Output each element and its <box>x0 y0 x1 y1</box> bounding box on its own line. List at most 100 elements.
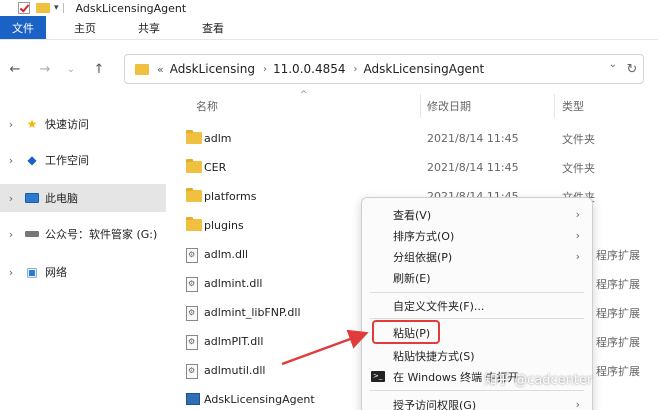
expand-chevron-icon[interactable]: › <box>4 154 18 167</box>
menu-separator <box>370 292 584 293</box>
paste-highlight-box <box>372 320 440 344</box>
dll-file-icon <box>186 277 198 292</box>
sidebar-item-workspace[interactable]: › ◆ 工作空间 <box>0 146 166 174</box>
menu-item-label: 分组依据(P) <box>393 250 453 264</box>
menu-item-group-by[interactable]: 分组依据(P) › <box>362 246 592 267</box>
recent-locations-chevron-icon[interactable]: ⌄ <box>60 58 82 80</box>
ribbon-tabs: 文件 主页 共享 查看 <box>0 16 658 40</box>
sidebar-item-label: 网络 <box>45 266 67 279</box>
file-name: adlmint_libFNP.dll <box>204 306 301 319</box>
back-arrow-icon[interactable]: ← <box>4 58 26 80</box>
menu-item-label: 粘贴快捷方式(S) <box>393 349 475 363</box>
menu-item-view[interactable]: 查看(V) › <box>362 204 592 225</box>
quick-access-dropdown-icon[interactable]: ▾ <box>54 3 59 13</box>
folder-icon <box>186 130 202 144</box>
network-icon: ▣ <box>26 265 38 279</box>
title-bar: ▾ AdskLicensingAgent <box>0 0 658 16</box>
folder-icon <box>186 188 202 202</box>
menu-item-label: 刷新(E) <box>393 271 431 285</box>
tab-view[interactable]: 查看 <box>188 16 238 39</box>
window-title: AdskLicensingAgent <box>75 1 187 15</box>
file-row[interactable]: CER 2021/8/14 11:45 文件夹 <box>176 153 658 182</box>
address-bar[interactable]: « AdskLicensing › 11.0.0.4854 › AdskLice… <box>124 54 644 84</box>
dll-file-icon <box>186 335 198 350</box>
breadcrumb-separator-icon[interactable]: › <box>263 64 267 75</box>
submenu-arrow-icon: › <box>575 398 580 410</box>
file-type: 程序扩展 <box>596 277 640 291</box>
sidebar-item-label: 此电脑 <box>45 192 78 205</box>
navigation-pane: › ★ 快速访问 › ◆ 工作空间 › 此电脑 › 公众号：软件管家 (G:) … <box>0 100 166 410</box>
overflow-chevron-icon[interactable]: « <box>157 63 164 76</box>
menu-item-sort-by[interactable]: 排序方式(O) › <box>362 225 592 246</box>
breadcrumb-version[interactable]: 11.0.0.4854 <box>273 62 346 76</box>
menu-separator <box>370 390 584 391</box>
file-name: adlm.dll <box>204 248 249 261</box>
file-type: 程序扩展 <box>596 306 640 320</box>
submenu-arrow-icon: › <box>575 250 580 263</box>
forward-arrow-icon[interactable]: → <box>34 58 56 80</box>
file-name: adlmPIT.dll <box>204 335 264 348</box>
title-divider <box>62 3 64 13</box>
menu-item-label: 授予访问权限(G) <box>393 398 477 410</box>
application-icon <box>186 393 200 405</box>
dll-file-icon <box>186 364 198 379</box>
file-type: 程序扩展 <box>596 364 640 378</box>
sidebar-item-label: 快速访问 <box>45 118 89 131</box>
navigation-bar: ← → ⌄ ↑ « AdskLicensing › 11.0.0.4854 › … <box>0 46 658 92</box>
breadcrumb-separator-icon[interactable]: › <box>354 64 358 75</box>
submenu-arrow-icon: › <box>575 208 580 221</box>
column-header-date[interactable]: 修改日期 <box>427 98 471 114</box>
sidebar-item-network[interactable]: › ▣ 网络 <box>0 258 166 286</box>
column-header-type[interactable]: 类型 <box>562 98 584 114</box>
folder-icon <box>186 217 202 231</box>
breadcrumb-agent[interactable]: AdskLicensingAgent <box>364 62 485 76</box>
menu-item-give-access[interactable]: 授予访问权限(G) › <box>362 394 592 410</box>
sidebar-item-label: 工作空间 <box>45 154 89 167</box>
breadcrumb-adsklicensing[interactable]: AdskLicensing <box>170 62 255 76</box>
menu-item-refresh[interactable]: 刷新(E) <box>362 267 592 288</box>
tab-share[interactable]: 共享 <box>124 16 174 39</box>
sidebar-item-label: 公众号：软件管家 (G:) <box>45 228 158 241</box>
menu-item-customize-folder[interactable]: 自定义文件夹(F)... <box>362 295 592 316</box>
properties-quick-icon[interactable] <box>18 2 30 14</box>
star-icon: ★ <box>26 117 38 131</box>
sidebar-item-this-pc[interactable]: › 此电脑 <box>0 184 166 212</box>
file-name: AdskLicensingAgent <box>204 393 315 406</box>
menu-item-label: 查看(V) <box>393 208 432 222</box>
address-dropdown-icon[interactable]: ⌄ <box>609 59 617 70</box>
dll-file-icon <box>186 306 198 321</box>
drive-icon <box>24 227 40 241</box>
refresh-icon[interactable]: ↻ <box>620 59 644 79</box>
column-header-name[interactable]: 名称 <box>196 98 218 114</box>
up-arrow-icon[interactable]: ↑ <box>88 58 110 80</box>
file-type: 程序扩展 <box>596 248 640 262</box>
menu-item-paste-shortcut[interactable]: 粘贴快捷方式(S) <box>362 345 592 366</box>
file-date: 2021/8/14 11:45 <box>427 161 519 174</box>
expand-chevron-icon[interactable]: › <box>4 266 18 279</box>
sidebar-item-quick-access[interactable]: › ★ 快速访问 <box>0 110 166 138</box>
terminal-icon: >_ <box>371 371 385 382</box>
file-date: 2021/8/14 11:45 <box>427 132 519 145</box>
new-folder-quick-icon[interactable] <box>36 3 50 13</box>
tab-file[interactable]: 文件 <box>0 16 46 39</box>
expand-chevron-icon[interactable]: › <box>4 118 18 131</box>
file-type: 程序扩展 <box>596 335 640 349</box>
dll-file-icon <box>186 248 198 263</box>
expand-chevron-icon[interactable]: › <box>4 228 18 241</box>
expand-chevron-icon[interactable]: › <box>4 192 18 205</box>
file-name: adlm <box>204 132 232 145</box>
column-divider[interactable] <box>420 94 421 118</box>
tab-home[interactable]: 主页 <box>60 16 110 39</box>
file-name: CER <box>204 161 227 174</box>
column-divider[interactable] <box>554 94 555 118</box>
file-row[interactable]: adlm 2021/8/14 11:45 文件夹 <box>176 124 658 153</box>
menu-item-label: 排序方式(O) <box>393 229 455 243</box>
folder-icon <box>186 159 202 173</box>
sidebar-item-drive-g[interactable]: › 公众号：软件管家 (G:) <box>0 220 166 248</box>
file-name: adlmutil.dll <box>204 364 266 377</box>
menu-separator <box>370 318 584 319</box>
sort-ascending-icon: ^ <box>300 90 308 100</box>
folder-icon <box>135 63 149 75</box>
file-name: adlmint.dll <box>204 277 263 290</box>
pc-icon <box>24 191 40 205</box>
